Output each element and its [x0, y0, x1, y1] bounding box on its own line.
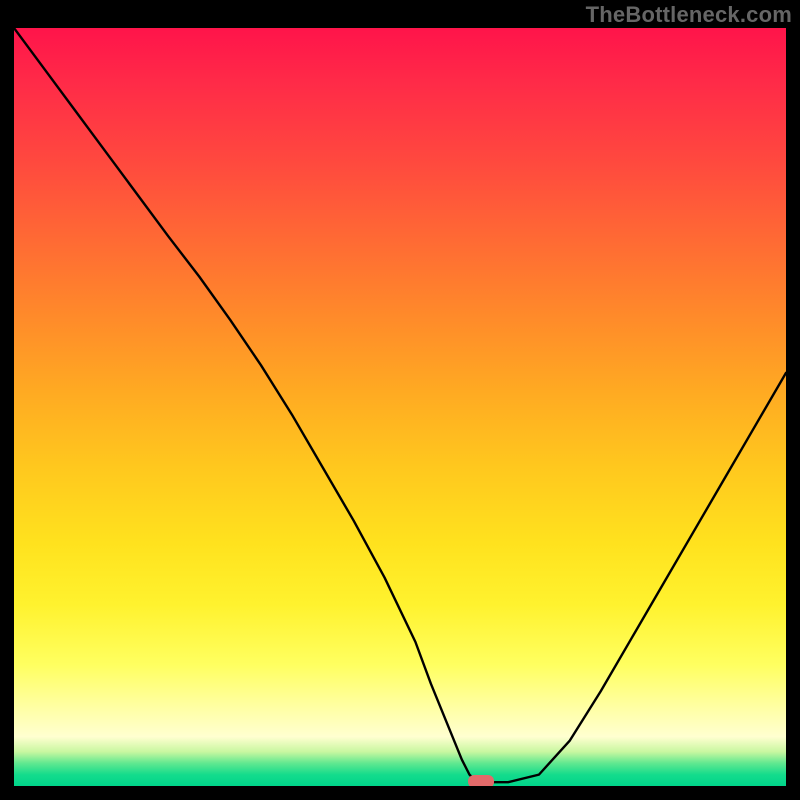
chart-svg — [14, 28, 786, 786]
minimum-marker — [468, 775, 494, 786]
chart-frame: TheBottleneck.com — [0, 0, 800, 800]
plot-area — [14, 28, 786, 786]
bottleneck-curve — [14, 28, 786, 782]
watermark-text: TheBottleneck.com — [586, 2, 792, 28]
